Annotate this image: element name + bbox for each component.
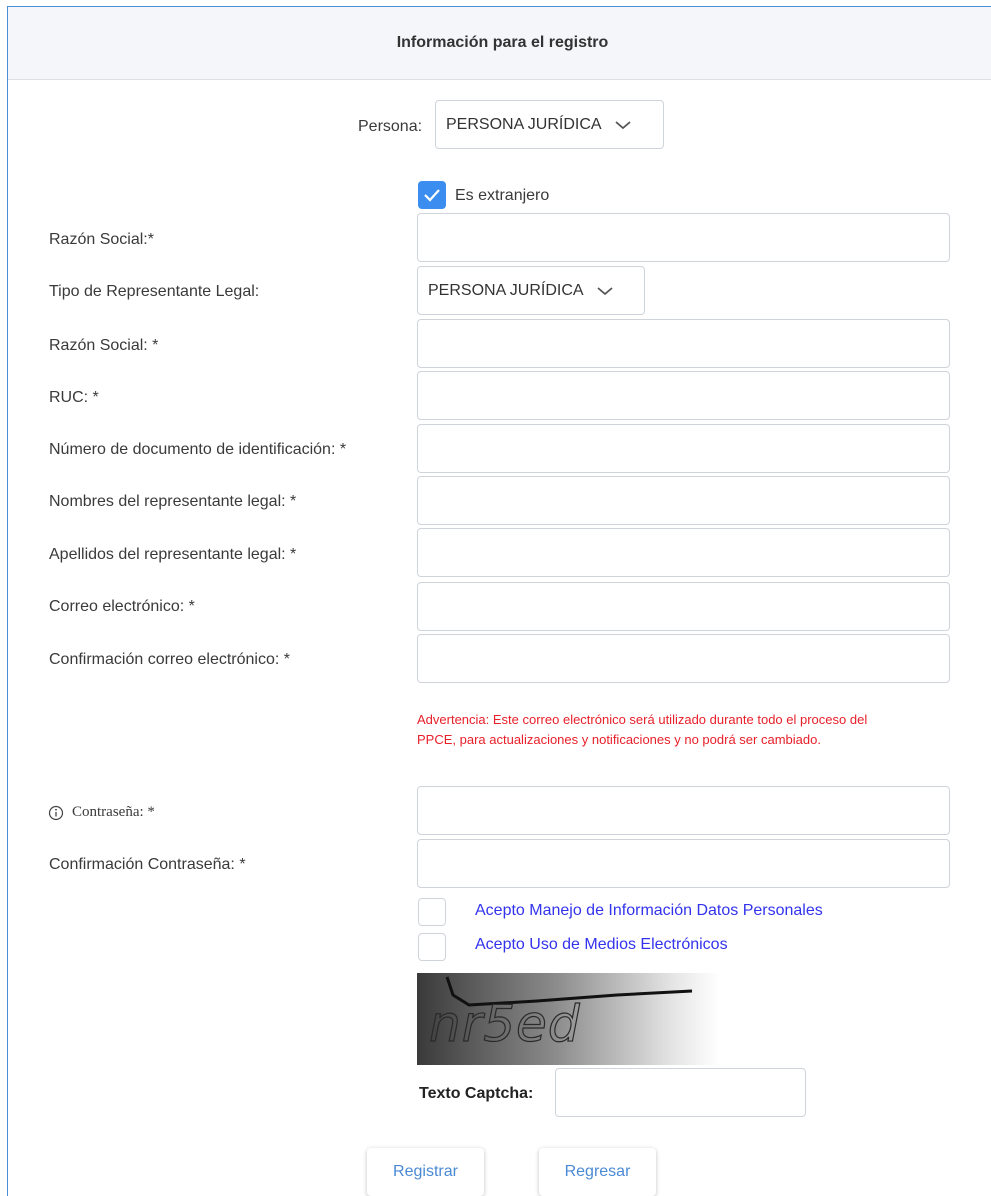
razon-social-2-label: Razón Social: * [49,337,159,354]
persona-label: Persona: [358,118,423,135]
razon-social-2-input[interactable] [417,319,950,368]
extranjero-label: Es extranjero [455,187,550,204]
confirmacion-correo-input[interactable] [417,634,950,683]
tipo-representante-label: Tipo de Representante Legal: [49,283,260,300]
contrasena-label-group: Contraseña: * [48,804,155,821]
datos-personales-link[interactable]: Acepto Manejo de Información Datos Perso… [475,902,823,920]
registration-panel: Información para el registro Persona: PE… [7,6,991,1196]
numero-documento-label: Número de documento de identificación: * [49,441,347,458]
persona-select[interactable]: PERSONA JURÍDICA [435,100,664,149]
nombres-label: Nombres del representante legal: * [49,493,297,510]
correo-label: Correo electrónico: * [49,598,195,615]
apellidos-label: Apellidos del representante legal: * [49,546,297,563]
datos-personales-checkbox[interactable] [418,898,446,926]
email-warning: Advertencia: Este correo electrónico ser… [417,712,868,747]
nombres-input[interactable] [417,476,950,525]
apellidos-input[interactable] [417,528,950,577]
captcha-input[interactable] [555,1068,806,1117]
ruc-label: RUC: * [49,389,99,406]
confirmacion-contrasena-label: Confirmación Contraseña: * [49,856,246,873]
extranjero-checkbox[interactable] [418,181,446,209]
correo-input[interactable] [417,582,950,631]
captcha-text: nr5ed [428,994,581,1053]
ruc-input[interactable] [417,371,950,420]
panel-header: Información para el registro [8,7,991,80]
captcha-image: nr5ed [417,973,720,1065]
confirmacion-correo-label: Confirmación correo electrónico: * [49,651,290,668]
razon-social-input[interactable] [417,213,950,262]
info-icon[interactable] [48,805,64,821]
persona-select-value: PERSONA JURÍDICA [446,115,602,133]
chevron-down-icon [614,119,632,131]
chevron-down-icon [596,285,614,297]
contrasena-input[interactable] [417,786,950,835]
page-title: Información para el registro [396,34,609,51]
captcha-label: Texto Captcha: [419,1085,534,1102]
confirmacion-contrasena-input[interactable] [417,839,950,888]
tipo-representante-value: PERSONA JURÍDICA [428,281,584,299]
numero-documento-input[interactable] [417,424,950,473]
contrasena-label: Contraseña: * [72,804,155,820]
tipo-representante-select[interactable]: PERSONA JURÍDICA [417,266,645,315]
medios-electronicos-checkbox[interactable] [418,933,446,961]
razon-social-label: Razón Social:* [49,231,154,248]
check-icon [424,189,440,202]
medios-electronicos-link[interactable]: Acepto Uso de Medios Electrónicos [475,936,728,954]
